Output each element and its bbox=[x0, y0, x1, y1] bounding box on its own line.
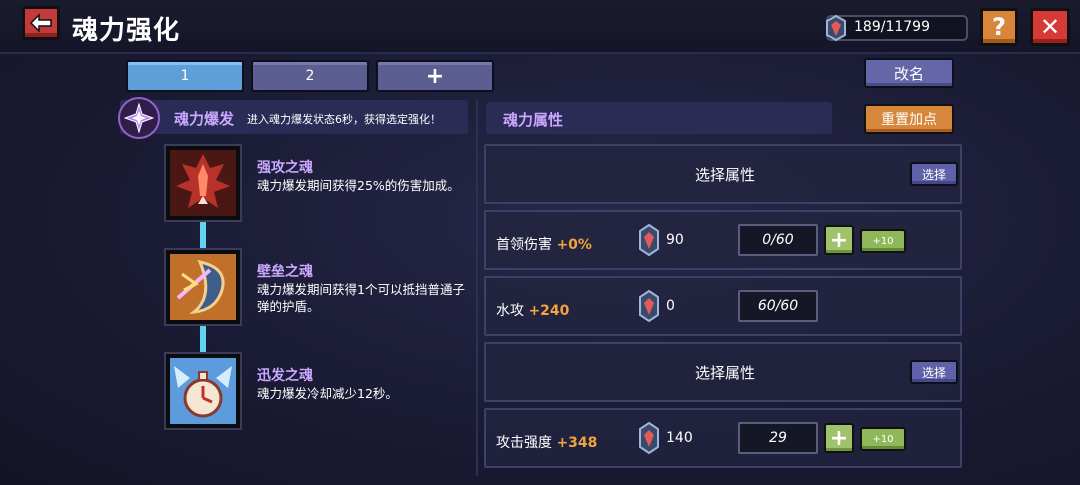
soul-gem-icon bbox=[639, 422, 659, 454]
flame-soul-icon bbox=[170, 150, 236, 216]
tab-1[interactable]: 1 bbox=[126, 60, 244, 92]
skill-description: 魂力爆发冷却减少12秒。 bbox=[257, 386, 398, 401]
attribute-row: 选择属性 选择 bbox=[484, 144, 962, 204]
attributes-title: 魂力属性 bbox=[503, 111, 564, 129]
attribute-label: 水攻 +240 bbox=[496, 300, 569, 320]
clock-soul-icon bbox=[170, 358, 236, 424]
skill-connector bbox=[200, 222, 206, 248]
reset-points-button[interactable]: 重置加点 bbox=[864, 104, 954, 134]
skill-name: 强攻之魂 bbox=[257, 160, 313, 176]
attribute-points: 29 bbox=[738, 422, 818, 454]
back-arrow-icon bbox=[29, 13, 52, 33]
attribute-bonus: +348 bbox=[556, 435, 598, 451]
plus-icon: + bbox=[829, 227, 849, 253]
back-button[interactable] bbox=[22, 6, 60, 40]
soul-burst-description: 进入魂力爆发状态6秒，获得选定强化！ bbox=[247, 113, 441, 126]
help-button[interactable]: ? bbox=[980, 8, 1018, 46]
attribute-name: 首领伤害 bbox=[496, 237, 552, 253]
add-point-button[interactable]: + bbox=[824, 225, 854, 255]
soul-gem-icon bbox=[639, 224, 659, 256]
skill-name: 迅发之魂 bbox=[257, 368, 313, 384]
skill-description: 魂力爆发期间获得1个可以抵挡普通子弹的护盾。 bbox=[257, 282, 465, 314]
shield-soul-icon bbox=[170, 254, 236, 320]
add-ten-points-button[interactable]: +10 bbox=[860, 229, 906, 253]
attribute-points: 60/60 bbox=[738, 290, 818, 322]
close-button[interactable]: ✕ bbox=[1030, 8, 1070, 46]
skill-name: 壁垒之魂 bbox=[257, 264, 313, 280]
soul-gem-icon bbox=[826, 14, 846, 42]
add-point-button[interactable]: + bbox=[824, 423, 854, 453]
page-title: 魂力强化 bbox=[72, 16, 181, 46]
attribute-label: 首领伤害 +0% bbox=[496, 234, 592, 254]
skill-icon-frame[interactable] bbox=[164, 144, 242, 222]
attribute-name: 攻击强度 bbox=[496, 435, 552, 451]
attribute-row: 首领伤害 +0% 90 0/60 + +10 bbox=[484, 210, 962, 270]
skill-connector bbox=[200, 326, 206, 352]
attribute-cost: 140 bbox=[666, 430, 693, 446]
select-attribute-label: 选择属性 bbox=[694, 364, 755, 382]
select-button[interactable]: 选择 bbox=[910, 162, 958, 186]
rename-button[interactable]: 改名 bbox=[864, 58, 954, 88]
attribute-bonus: +240 bbox=[528, 303, 570, 319]
attribute-cost: 90 bbox=[666, 232, 684, 248]
attribute-cost: 0 bbox=[666, 298, 675, 314]
tab-add[interactable]: + bbox=[376, 60, 494, 92]
skill-icon-frame[interactable] bbox=[164, 352, 242, 430]
attribute-row: 选择属性 选择 bbox=[484, 342, 962, 402]
attribute-row: 水攻 +240 0 60/60 bbox=[484, 276, 962, 336]
select-button[interactable]: 选择 bbox=[910, 360, 958, 384]
soul-burst-icon bbox=[118, 97, 160, 139]
attribute-points: 0/60 bbox=[738, 224, 818, 256]
plus-icon: + bbox=[829, 425, 849, 451]
soul-burst-name: 魂力爆发 bbox=[174, 110, 235, 128]
add-ten-points-button[interactable]: +10 bbox=[860, 427, 906, 451]
attribute-bonus: +0% bbox=[556, 237, 592, 253]
attribute-row: 攻击强度 +348 140 29 + +10 bbox=[484, 408, 962, 468]
panel-divider bbox=[476, 100, 478, 476]
skill-icon-frame[interactable] bbox=[164, 248, 242, 326]
tab-2[interactable]: 2 bbox=[251, 60, 369, 92]
select-attribute-label: 选择属性 bbox=[694, 166, 755, 184]
soul-currency-value: 189/11799 bbox=[854, 19, 930, 35]
attribute-name: 水攻 bbox=[496, 303, 524, 319]
attribute-label: 攻击强度 +348 bbox=[496, 432, 597, 452]
soul-gem-icon bbox=[639, 290, 659, 322]
skill-description: 魂力爆发期间获得25%的伤害加成。 bbox=[257, 178, 460, 193]
